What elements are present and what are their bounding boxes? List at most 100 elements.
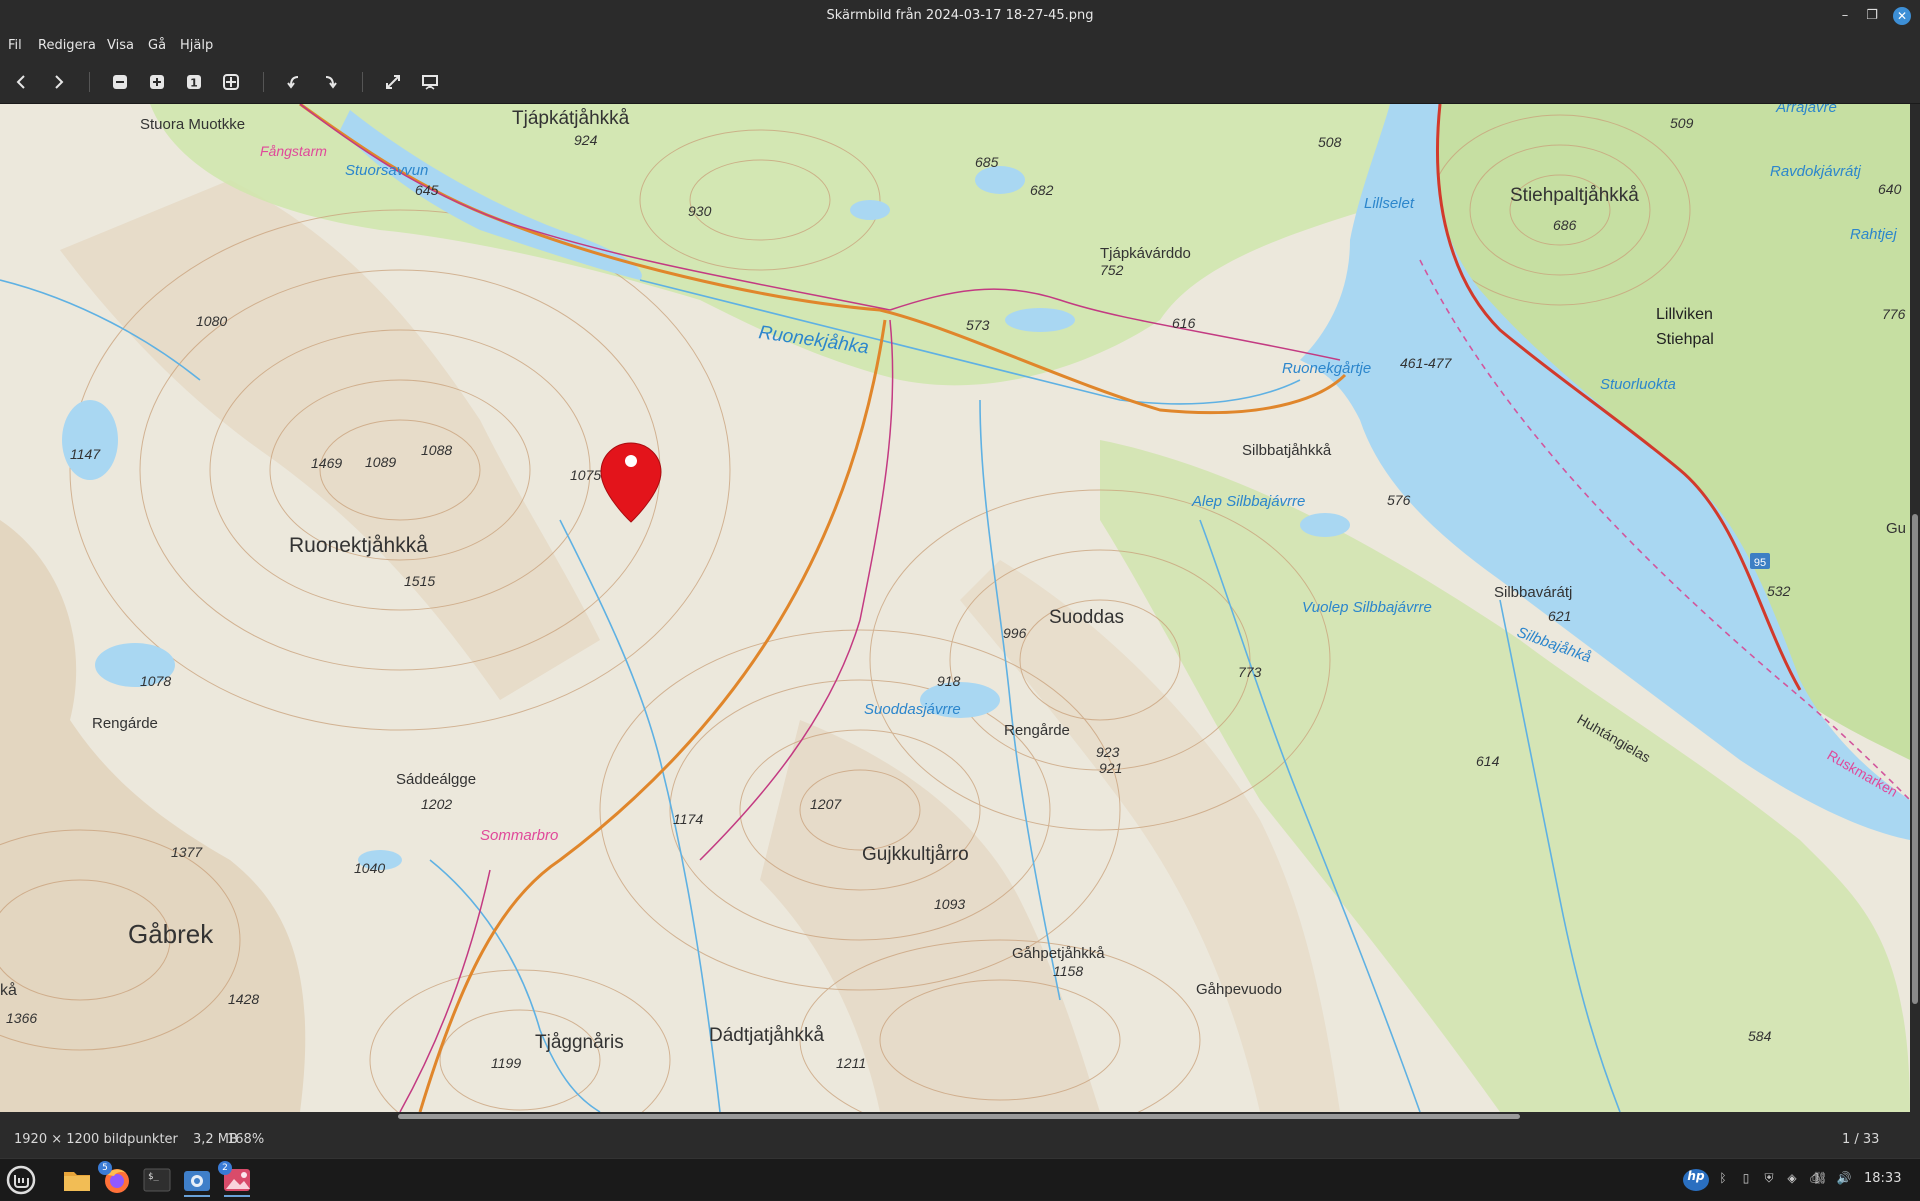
network-icon[interactable]: ⛓ <box>1812 1171 1828 1187</box>
map-elevation: 616 <box>1172 315 1196 331</box>
clipboard-icon[interactable]: ▯ <box>1738 1171 1754 1187</box>
map-elevation: 918 <box>937 673 961 689</box>
map-label: Árrajávre <box>1775 104 1837 116</box>
map-label: Ravdokjávrátj <box>1770 163 1862 180</box>
map-label: 95 <box>1754 557 1766 569</box>
mint-menu-icon[interactable] <box>4 1163 38 1197</box>
vertical-scrollbar-thumb[interactable] <box>1912 514 1918 1004</box>
menu-bar: Fil Redigera Visa Gå Hjälp <box>0 32 1920 60</box>
menu-go[interactable]: Gå <box>148 38 166 53</box>
map-elevation: 1199 <box>491 1055 521 1071</box>
map-label: Ruonektjåhkkå <box>289 534 428 557</box>
menu-file[interactable]: Fil <box>8 38 22 53</box>
fullscreen-button[interactable] <box>381 70 405 94</box>
map-elevation: 1515 <box>404 573 435 589</box>
map-lake <box>1300 513 1350 537</box>
map-elevation: 1147 <box>70 446 101 462</box>
map-elevation: 1080 <box>196 313 227 329</box>
previous-image-button[interactable] <box>10 70 34 94</box>
map-label: Suoddasjávrre <box>864 701 961 718</box>
map-elevation: 1366 <box>6 1010 37 1026</box>
horizontal-scrollbar-thumb[interactable] <box>398 1114 1520 1119</box>
terminal-icon: $_ <box>143 1168 171 1192</box>
maximize-icon[interactable]: ❐ <box>1863 7 1881 25</box>
title-bar: Skärmbild från 2024-03-17 18-27-45.png –… <box>0 0 1920 32</box>
next-image-button[interactable] <box>46 70 70 94</box>
zoom-out-button[interactable] <box>108 70 132 94</box>
zoom-fit-button[interactable] <box>219 70 243 94</box>
chevron-left-icon <box>16 75 25 89</box>
map-label: Tjápkátjåhkkå <box>512 108 630 129</box>
map-elevation: 682 <box>1030 182 1054 198</box>
volume-icon[interactable]: 🔊 <box>1836 1171 1852 1187</box>
image-canvas[interactable]: Stuora Muotkke Fångstarm Stuorsavvun Tjá… <box>0 104 1920 1112</box>
menu-edit[interactable]: Redigera <box>38 38 96 53</box>
map-elevation: 752 <box>1100 262 1124 278</box>
map-elevation: 685 <box>975 154 999 170</box>
zoom-in-button[interactable] <box>145 70 169 94</box>
screenshot-app[interactable] <box>180 1163 214 1197</box>
menu-view[interactable]: Visa <box>107 38 134 53</box>
map-elevation: 1158 <box>1053 963 1083 979</box>
firefox-app[interactable]: 5 <box>98 1161 134 1197</box>
map-elevation: 1093 <box>934 896 965 912</box>
map-label: Lillselet <box>1364 195 1415 212</box>
zoom-normal-button[interactable]: 1 <box>182 70 206 94</box>
zoom-fit-icon <box>223 74 239 90</box>
map-elevation: 1040 <box>354 860 385 876</box>
svg-text:1: 1 <box>190 77 198 90</box>
minimize-icon[interactable]: – <box>1836 7 1854 25</box>
map-label: Lillviken <box>1656 306 1713 323</box>
active-indicator <box>184 1195 210 1197</box>
map-label: Sommarbro <box>480 827 558 844</box>
map-label: Gåbrek <box>128 919 214 949</box>
map-elevation: 1202 <box>421 796 452 812</box>
map-label: Stiehpal <box>1656 331 1714 348</box>
notification-badge: 5 <box>98 1161 112 1175</box>
map-label: Rengårde <box>1004 722 1070 739</box>
terminal-app[interactable]: $_ <box>140 1163 174 1197</box>
map-label: Silbbavárátj <box>1494 584 1572 601</box>
map-label: Suoddas <box>1049 607 1124 628</box>
map-elevation: 776 <box>1882 306 1906 322</box>
map-elevation: 996 <box>1003 625 1027 641</box>
rotate-left-button[interactable] <box>282 70 306 94</box>
close-icon[interactable]: ✕ <box>1893 7 1911 25</box>
slideshow-icon <box>422 75 438 90</box>
map-elevation: 1377 <box>171 844 203 860</box>
bluetooth-icon[interactable]: ᛒ <box>1715 1171 1731 1187</box>
map-elevation: 1088 <box>421 442 452 458</box>
map-elevation: 924 <box>574 132 598 148</box>
menu-help[interactable]: Hjälp <box>180 38 213 53</box>
rotate-right-button[interactable] <box>318 70 342 94</box>
vertical-scrollbar[interactable] <box>1910 104 1920 1112</box>
toolbar-separator <box>362 72 363 92</box>
map-label: Fångstarm <box>260 143 327 159</box>
hp-icon[interactable]: hp <box>1683 1169 1709 1191</box>
toolbar: 1 <box>0 60 1920 104</box>
map-elevation: 773 <box>1238 664 1262 680</box>
image-position: 1 / 33 <box>1842 1132 1880 1147</box>
slideshow-button[interactable] <box>418 70 442 94</box>
zoom-level: 168% <box>227 1132 265 1147</box>
folder-icon <box>64 1172 90 1191</box>
rotate-right-icon <box>325 76 337 89</box>
image-viewer-app[interactable]: 2 <box>218 1161 254 1197</box>
zoom-in-icon <box>150 75 164 89</box>
map-elevation: 621 <box>1548 608 1571 624</box>
horizontal-scrollbar[interactable] <box>0 1112 1920 1120</box>
map-elevation: 508 <box>1318 134 1342 150</box>
window-title: Skärmbild från 2024-03-17 18-27-45.png <box>826 8 1094 23</box>
map-lake <box>62 400 118 480</box>
image-dimensions: 1920 × 1200 bildpunkter <box>14 1132 178 1147</box>
update-shield-icon[interactable]: ⛨ <box>1761 1171 1777 1187</box>
map-elevation: 509 <box>1670 115 1694 131</box>
clock[interactable]: 18:33 <box>1864 1171 1901 1186</box>
security-icon[interactable]: ◈ <box>1784 1171 1800 1187</box>
map-label: Rengárde <box>92 715 158 732</box>
files-app[interactable] <box>60 1163 94 1197</box>
fullscreen-icon <box>386 75 400 89</box>
map-elevation: 923 <box>1096 744 1120 760</box>
map-elevation: 640 <box>1878 181 1902 197</box>
map-lake <box>975 166 1025 194</box>
